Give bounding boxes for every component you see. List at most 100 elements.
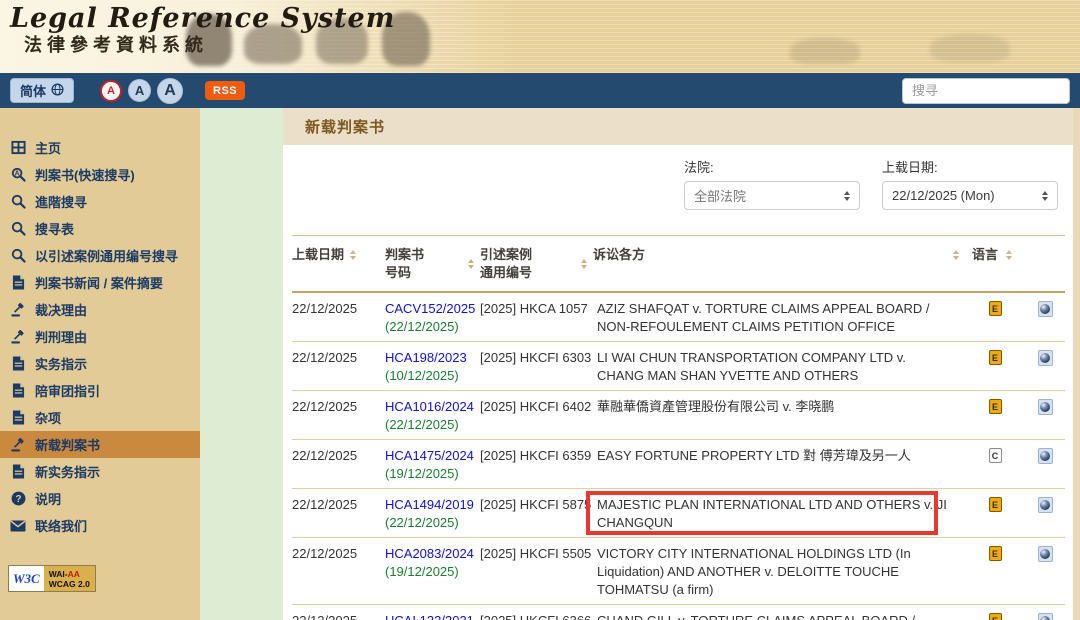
page-title-bar: 新载判案书 (283, 108, 1080, 145)
sidebar-item-9[interactable]: 陪审团指引 (0, 377, 200, 404)
page-title: 新载判案书 (305, 116, 385, 137)
gavel-icon (10, 329, 26, 345)
globe-icon (51, 83, 64, 99)
case-number-cell: HCA198/2023 (10/12/2025) (385, 349, 480, 385)
sort-icon[interactable] (350, 250, 356, 260)
sidebar-item-10[interactable]: 杂项 (0, 404, 200, 431)
sidebar-item-1[interactable]: A判案书(快速搜寻) (0, 161, 200, 188)
sidebar-item-5[interactable]: 判案书新闻 / 案件摘要 (0, 269, 200, 296)
parties-cell: VICTORY CITY INTERNATIONAL HOLDINGS LTD … (593, 545, 965, 599)
header-citation[interactable]: 引述案例通用编号 (480, 246, 593, 282)
case-number-link[interactable]: HCA198/2023 (385, 350, 467, 365)
case-number-link[interactable]: HCAL133/2021 (385, 613, 474, 620)
court-filter-select[interactable]: 全部法院 (684, 181, 860, 210)
header-parties[interactable]: 诉讼各方 (593, 246, 965, 282)
sidebar-item-label: 联络我们 (35, 516, 87, 535)
table-row: 22/12/2025 HCA1494/2019 (22/12/2025) [20… (292, 489, 1065, 538)
case-number-link[interactable]: CACV152/2025 (385, 301, 475, 316)
search-input[interactable] (902, 78, 1070, 104)
sidebar-item-8[interactable]: 实务指示 (0, 350, 200, 377)
language-chinese-icon[interactable]: C (989, 448, 1002, 463)
case-number-link[interactable]: HCA1494/2019 (385, 497, 474, 512)
search-icon (10, 194, 26, 210)
parties-text: LI WAI CHUN TRANSPORTATION COMPANY LTD v… (597, 349, 951, 385)
sort-icon[interactable] (1006, 250, 1012, 260)
sidebar-item-label: 陪审团指引 (35, 381, 100, 400)
sidebar-items: 主页 A判案书(快速搜寻) 進階搜寻搜寻表以引述案例通用编号搜寻判案书新闻 / 案件… (0, 134, 200, 539)
sidebar-item-4[interactable]: 以引述案例通用编号搜寻 (0, 242, 200, 269)
sort-icon[interactable] (581, 259, 587, 269)
case-number-link[interactable]: HCA1475/2024 (385, 448, 474, 463)
font-size-small-button[interactable]: A (100, 80, 122, 102)
document-sphere-icon[interactable] (1038, 546, 1053, 562)
wcag-line: WCAG 2.0 (49, 579, 90, 589)
case-number-link[interactable]: HCA1016/2024 (385, 399, 474, 414)
judgment-date: (22/12/2025) (385, 319, 459, 334)
language-english-icon[interactable]: E (989, 613, 1002, 620)
sidebar-item-2[interactable]: 進階搜寻 (0, 188, 200, 215)
document-sphere-icon[interactable] (1038, 497, 1053, 513)
rss-button[interactable]: RSS (205, 81, 245, 100)
gavel-icon (10, 302, 26, 318)
sidebar-item-label: 判案书新闻 / 案件摘要 (35, 273, 163, 292)
sidebar-item-label: 判刑理由 (35, 327, 87, 346)
sort-icon[interactable] (953, 250, 959, 260)
upload-date-filter-select[interactable]: 22/12/2025 (Mon) (882, 181, 1058, 210)
font-size-medium-button[interactable]: A (128, 79, 151, 102)
document-sphere-icon[interactable] (1038, 301, 1053, 317)
upload-date-cell: 22/12/2025 (292, 300, 385, 336)
sidebar-item-11-active[interactable]: 新载判案书 (0, 431, 200, 458)
w3c-logo: W3C (9, 566, 44, 591)
font-size-large-button[interactable]: A (157, 78, 183, 104)
document-sphere-icon[interactable] (1038, 350, 1053, 366)
doc-icon (10, 410, 26, 426)
sidebar-item-3[interactable]: 搜寻表 (0, 215, 200, 242)
upload-date-filter-label: 上载日期: (882, 157, 1058, 176)
sidebar-item-0[interactable]: 主页 (0, 134, 200, 161)
upload-date-cell: 22/12/2025 (292, 496, 385, 532)
sidebar-item-label: 主页 (35, 138, 61, 157)
parties-text: AZIZ SHAFQAT v. TORTURE CLAIMS APPEAL BO… (597, 300, 951, 336)
language-english-icon[interactable]: E (989, 497, 1002, 512)
sidebar-item-6[interactable]: 裁决理由 (0, 296, 200, 323)
sidebar-item-14[interactable]: 联络我们 (0, 512, 200, 539)
legal-reference-system-page: Legal Reference System 法律參考資料系統 简体 A A A… (0, 0, 1080, 620)
header-case-number[interactable]: 判案书号码 (385, 246, 480, 282)
language-english-icon[interactable]: E (989, 399, 1002, 414)
case-number-cell: HCA1475/2024 (19/12/2025) (385, 447, 480, 483)
parties-text: CHAND GILL v. TORTURE CLAIMS APPEAL BOAR… (597, 612, 951, 620)
upload-date-cell: 22/12/2025 (292, 545, 385, 599)
citation-cell: [2025] HKCFI 6366 (480, 612, 593, 620)
doc-icon (10, 383, 26, 399)
parties-text: EASY FORTUNE PROPERTY LTD 對 傅芳瑋及另一人 (597, 447, 951, 465)
header-language[interactable]: 语言 (965, 246, 1025, 282)
simplified-chinese-button[interactable]: 简体 (10, 78, 74, 103)
parties-cell: EASY FORTUNE PROPERTY LTD 對 傅芳瑋及另一人 (593, 447, 965, 483)
document-sphere-icon[interactable] (1038, 399, 1053, 415)
language-english-icon[interactable]: E (989, 546, 1002, 561)
upload-date-cell: 22/12/2025 (292, 447, 385, 483)
doc-icon (10, 464, 26, 480)
language-english-icon[interactable]: E (989, 350, 1002, 365)
court-filter-value: 全部法院 (694, 186, 746, 205)
sidebar-item-13[interactable]: ?说明 (0, 485, 200, 512)
header-banner: Legal Reference System 法律參考資料系統 (0, 0, 1080, 73)
header-upload-date[interactable]: 上载日期 (292, 246, 385, 282)
sidebar-item-label: 杂项 (35, 408, 61, 427)
case-number-cell: HCAL133/2021 (22/12/2025) (385, 612, 480, 620)
wai-aa-line: WAI-AA (49, 569, 90, 579)
citation-cell: [2025] HKCFI 5505 (480, 545, 593, 599)
parties-text: MAJESTIC PLAN INTERNATIONAL LTD AND OTHE… (597, 496, 951, 532)
judgments-table: 上载日期 判案书号码 引述案例通用编号 诉讼各方 (292, 235, 1065, 620)
wcag-badge[interactable]: W3C WAI-AA WCAG 2.0 (8, 565, 96, 592)
sidebar-item-label: 進階搜寻 (35, 192, 87, 211)
document-sphere-icon[interactable] (1038, 613, 1053, 620)
document-sphere-icon[interactable] (1038, 448, 1053, 464)
case-number-link[interactable]: HCA2083/2024 (385, 546, 474, 561)
sort-icon[interactable] (468, 259, 474, 269)
sidebar-item-7[interactable]: 判刑理由 (0, 323, 200, 350)
table-row: 22/12/2025 HCA198/2023 (10/12/2025) [202… (292, 342, 1065, 391)
sidebar-item-12[interactable]: 新实务指示 (0, 458, 200, 485)
search-a-icon: A (10, 167, 26, 183)
language-english-icon[interactable]: E (989, 301, 1002, 316)
